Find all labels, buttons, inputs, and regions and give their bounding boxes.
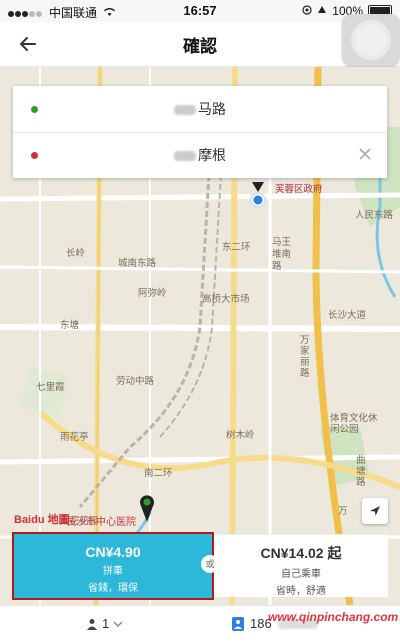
destination-pin-icon: [250, 182, 266, 208]
watermark: www.qinpinchang.com: [268, 610, 399, 624]
clear-destination-icon[interactable]: [357, 146, 373, 162]
map-label-gaoqiao: 高桥大市场: [202, 294, 250, 305]
map-label-sports: 体育文化休闲公园: [330, 413, 378, 435]
map-label-laodong: 劳动中路: [116, 376, 155, 387]
map-label-yuhuating: 雨花亭: [60, 432, 89, 443]
pool-subtitle: 省錢，環保: [88, 583, 138, 594]
map-label-nan-er: 南二环: [144, 468, 173, 479]
seat-count: 1: [102, 616, 110, 631]
map-label-wanjiali: 万家丽路: [300, 335, 310, 379]
seat-selector[interactable]: 1: [86, 616, 123, 631]
route-card: 马路 摩根: [13, 86, 387, 178]
navigation-arrow-icon: [370, 506, 380, 516]
solo-price: CN¥14.02 起: [260, 545, 342, 561]
map-logo: Baidu 地圖: [14, 514, 70, 526]
pool-ride-option[interactable]: CN¥4.90 拼車 省錢，環保: [12, 532, 214, 600]
page-title: 確認: [183, 37, 217, 56]
map-label-amiling: 阿弥岭: [138, 288, 167, 299]
pickup-label: 马路: [198, 101, 226, 117]
solo-subtitle: 省時，舒適: [276, 586, 326, 597]
map-label-chengnan-e: 城南东路: [118, 258, 157, 269]
map-label-mawangdui: 马王堆南路: [272, 237, 292, 272]
map-label-quxiang: 曲塘路: [356, 455, 366, 488]
map-label-shumuling: 树木岭: [226, 430, 255, 441]
map-label-changling: 长岭: [66, 248, 86, 259]
destination-field[interactable]: 摩根: [13, 132, 387, 178]
map-label-dongtang: 东塘: [60, 320, 80, 331]
map-label-furong-gov: 芙蓉区政府: [275, 184, 323, 195]
status-bar: 中国联通 16:57 100%: [0, 0, 400, 22]
chevron-down-icon: [113, 621, 123, 627]
solo-label: 自己乘車: [281, 569, 321, 580]
assistive-touch-button[interactable]: [342, 14, 400, 66]
pool-label: 拼車: [103, 566, 123, 577]
pickup-field[interactable]: 马路: [13, 86, 387, 133]
person-icon: [87, 618, 97, 630]
map-label-hospital: 長沙市中心医院: [66, 517, 136, 528]
location-status-icon: [302, 4, 312, 18]
pickup-pin-icon: [140, 495, 154, 522]
or-badge: 或: [201, 555, 219, 573]
map-label-wan: 万: [338, 506, 348, 517]
alarm-icon: [317, 4, 327, 18]
fare-options: CN¥4.90 拼車 省錢，環保 或 CN¥14.02 起 自己乘車 省時，舒適: [12, 532, 388, 600]
map-label-qilijing: 七里霞: [36, 382, 65, 393]
destination-label: 摩根: [198, 147, 226, 163]
map-label-changsha-ave: 长沙大道: [328, 310, 367, 321]
locate-button[interactable]: [362, 498, 388, 524]
map-label-renmin-e: 人民东路: [355, 210, 394, 221]
map-label-dongerhuan: 东二环: [222, 242, 251, 253]
pool-price: CN¥4.90: [85, 544, 141, 560]
contact-icon: [232, 616, 244, 631]
solo-ride-option[interactable]: CN¥14.02 起 自己乘車 省時，舒適: [214, 534, 388, 597]
nav-bar: 確認: [0, 22, 400, 67]
